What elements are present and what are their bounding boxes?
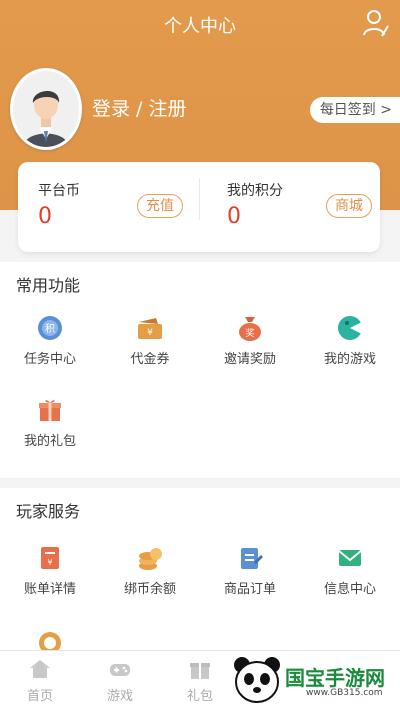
coin-balance-item[interactable]: 绑币余额 (100, 544, 200, 597)
mall-button[interactable]: 商城 (326, 194, 372, 218)
panda-logo-icon (234, 657, 280, 703)
item-label: 任务中心 (23, 352, 76, 367)
invite-reward-item[interactable]: 奖 邀请奖励 (200, 314, 300, 367)
login-register-link[interactable]: 登录 / 注册 (92, 94, 186, 121)
coins-label: 平台币 (38, 183, 80, 199)
watermark-url: www.GB315.com (306, 688, 383, 698)
watermark: 国宝手游网 www.GB315.com (230, 650, 400, 710)
tab-gifts[interactable]: 礼包 (160, 651, 240, 704)
task-center-item[interactable]: 积 任务中心 (0, 314, 100, 367)
recharge-button[interactable]: 充值 (137, 194, 183, 218)
gamepad-icon (108, 657, 132, 681)
tab-games[interactable]: 游戏 (80, 651, 160, 704)
svg-text:奖: 奖 (245, 327, 254, 339)
item-label: 账单详情 (23, 582, 76, 597)
page-title: 个人中心 (164, 16, 236, 37)
item-label: 邀请奖励 (223, 352, 276, 367)
reward-bag-icon: 奖 (236, 314, 264, 342)
voucher-icon: ¥ (136, 314, 164, 342)
item-label: 商品订单 (223, 582, 276, 597)
avatar[interactable] (10, 68, 82, 150)
points-block: 我的积分 0 商城 (199, 162, 380, 252)
player-services-section: 玩家服务 ¥ 账单详情 绑币余额 商品订单 信息中心 (0, 488, 400, 654)
game-icon (336, 314, 364, 342)
common-functions-section: 常用功能 积 任务中心 ¥ 代金券 奖 邀请奖励 我的游戏 我的礼包 (0, 262, 400, 478)
item-label: 绑币余额 (123, 582, 176, 597)
section-title: 玩家服务 (16, 502, 81, 521)
order-icon (236, 544, 264, 572)
product-orders-item[interactable]: 商品订单 (200, 544, 300, 597)
bill-icon: ¥ (36, 544, 64, 572)
bill-details-item[interactable]: ¥ 账单详情 (0, 544, 100, 597)
points-label: 我的积分 (227, 183, 283, 199)
points-value: 0 (227, 204, 241, 229)
item-label: 代金券 (130, 352, 170, 367)
my-games-item[interactable]: 我的游戏 (300, 314, 400, 367)
coins-block: 平台币 0 充值 (18, 162, 199, 252)
item-label: 我的礼包 (23, 434, 76, 449)
daily-checkin-button[interactable]: 每日签到 > (309, 97, 400, 123)
tab-label: 礼包 (186, 689, 213, 704)
my-gifts-item[interactable]: 我的礼包 (0, 396, 100, 449)
tab-label: 游戏 (106, 689, 133, 704)
account-card: 平台币 0 充值 我的积分 0 商城 (18, 162, 380, 252)
item-label: 我的游戏 (323, 352, 376, 367)
gift-icon (36, 396, 64, 424)
item-label: 信息中心 (323, 582, 376, 597)
section-title: 常用功能 (16, 276, 81, 295)
coins-value: 0 (38, 204, 52, 229)
message-center-item[interactable]: 信息中心 (300, 544, 400, 597)
gift-icon (188, 657, 212, 681)
voucher-item[interactable]: ¥ 代金券 (100, 314, 200, 367)
svg-text:积: 积 (45, 323, 55, 335)
home-icon (28, 657, 52, 681)
user-settings-icon[interactable] (362, 8, 390, 38)
mail-icon (336, 544, 364, 572)
svg-text:¥: ¥ (147, 328, 153, 338)
tab-label: 首页 (26, 689, 53, 704)
points-badge-icon: 积 (36, 314, 64, 342)
svg-text:¥: ¥ (47, 558, 52, 567)
tab-home[interactable]: 首页 (0, 651, 80, 704)
watermark-name: 国宝手游网 (285, 666, 385, 690)
coin-stack-icon (136, 544, 164, 572)
